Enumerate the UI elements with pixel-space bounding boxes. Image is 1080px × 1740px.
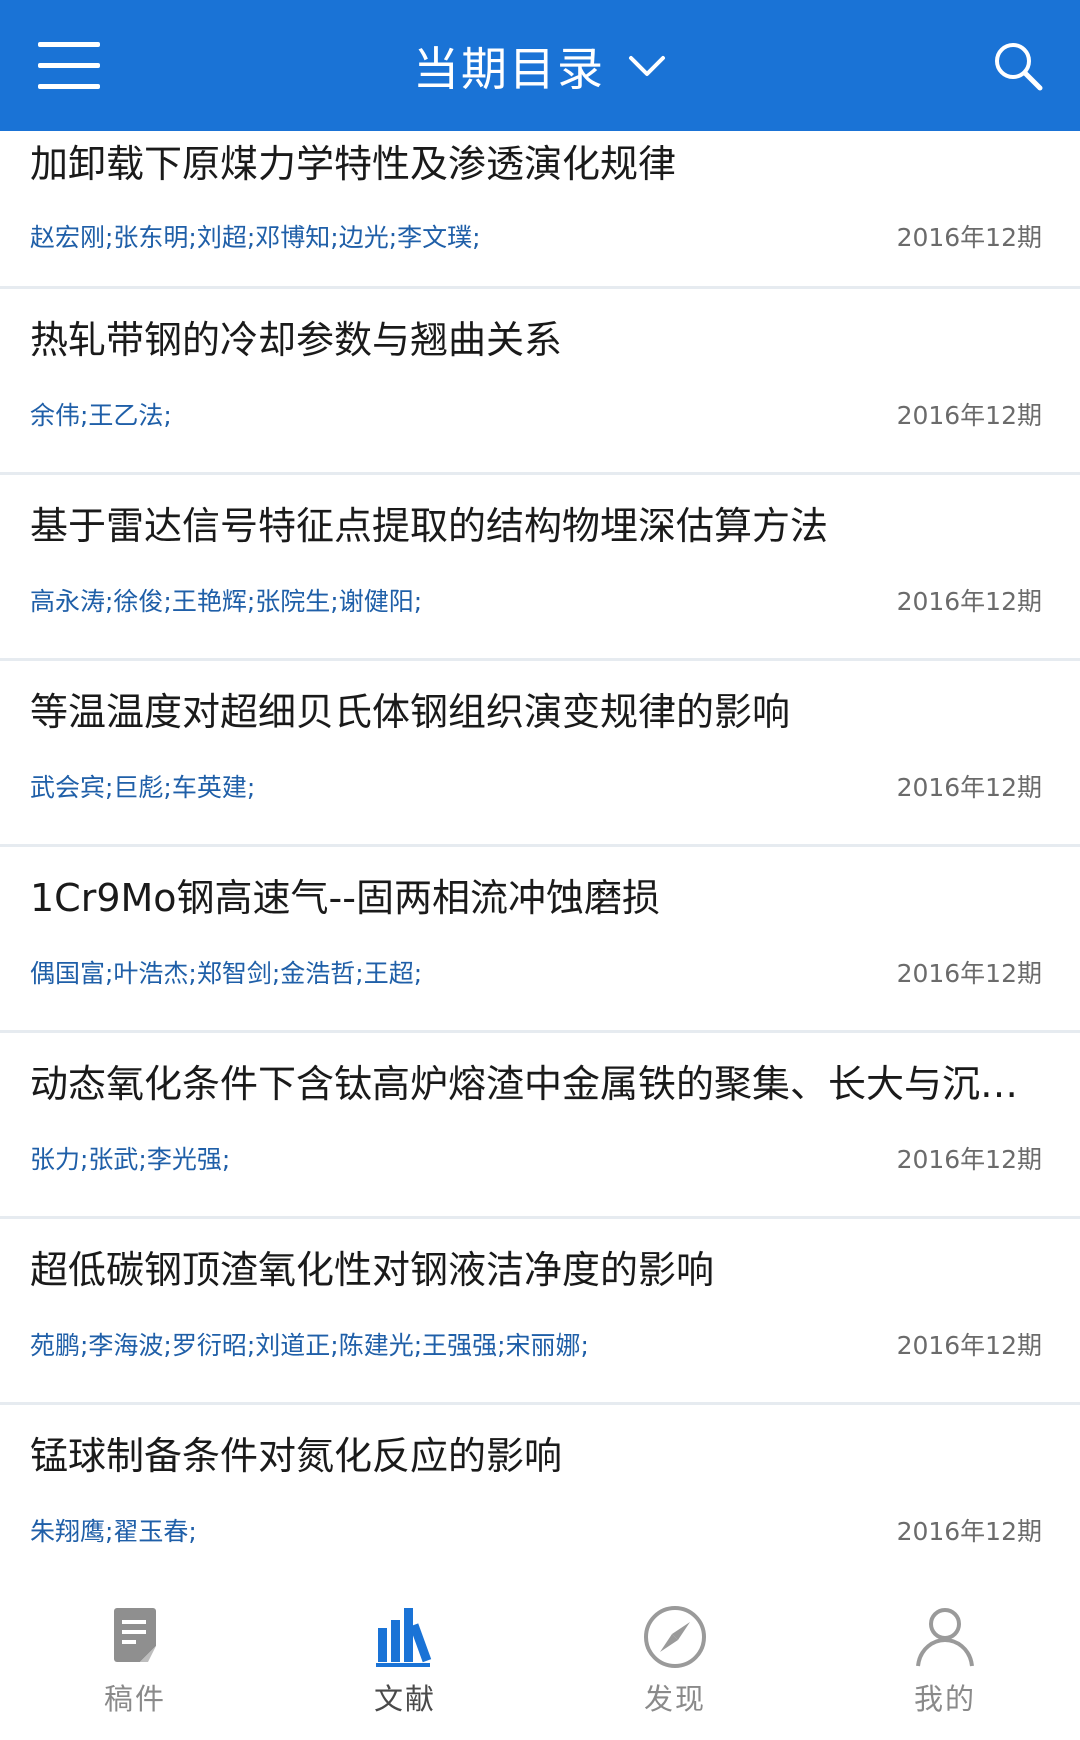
menu-icon-line-bottom — [38, 84, 100, 89]
article-authors[interactable]: 张力;张武;李光强; — [30, 1143, 230, 1177]
article-authors[interactable]: 苑鹏;李海波;罗衍昭;刘道正;陈建光;王强强;宋丽娜; — [30, 1329, 589, 1363]
article-title: 超低碳钢顶渣氧化性对钢液洁净度的影响 — [30, 1248, 715, 1292]
nav-label: 文献 — [373, 1682, 436, 1716]
article-issue: 2016年12期 — [896, 959, 1042, 988]
page-title: 当期目录 — [413, 41, 605, 96]
nav-label: 我的 — [913, 1682, 976, 1716]
article-title: 基于雷达信号特征点提取的结构物埋深估算方法 — [30, 504, 829, 548]
article-item[interactable]: 锰球制备条件对氮化反应的影响 朱翔鹰;翟玉春; 2016年12期 — [0, 1405, 1080, 1588]
article-authors[interactable]: 赵宏刚;张东明;刘超;邓博知;边光;李文璞; — [30, 221, 481, 255]
nav-item-discover[interactable]: 发现 — [540, 1582, 810, 1740]
article-issue: 2016年12期 — [896, 773, 1042, 802]
article-item[interactable]: 动态氧化条件下含钛高炉熔渣中金属铁的聚集、长大与沉… 张力;张武;李光强; 20… — [0, 1033, 1080, 1219]
top-app-bar: 当期目录 — [0, 0, 1080, 131]
article-list: 加卸载下原煤力学特性及渗透演化规律 赵宏刚;张东明;刘超;邓博知;边光;李文璞;… — [0, 131, 1080, 1588]
bottom-navigation: 稿件 文献 发现 我的 — [0, 1582, 1080, 1740]
article-issue: 2016年12期 — [896, 1145, 1042, 1174]
chevron-down-icon — [629, 55, 665, 76]
user-icon — [916, 1608, 974, 1667]
library-icon — [376, 1608, 432, 1667]
article-authors[interactable]: 武会宾;巨彪;车英建; — [30, 771, 255, 805]
article-issue: 2016年12期 — [896, 401, 1042, 430]
article-title: 热轧带钢的冷却参数与翘曲关系 — [30, 318, 563, 362]
menu-icon-line-middle — [38, 63, 100, 68]
article-authors[interactable]: 余伟;王乙法; — [30, 399, 172, 433]
issue-selector[interactable]: 当期目录 — [413, 33, 667, 99]
article-item[interactable]: 基于雷达信号特征点提取的结构物埋深估算方法 高永涛;徐俊;王艳辉;张院生;谢健阳… — [0, 475, 1080, 661]
article-title: 动态氧化条件下含钛高炉熔渣中金属铁的聚集、长大与沉… — [30, 1062, 1019, 1106]
article-item[interactable]: 等温温度对超细贝氏体钢组织演变规律的影响 武会宾;巨彪;车英建; 2016年12… — [0, 661, 1080, 847]
compass-icon — [644, 1606, 706, 1668]
article-authors[interactable]: 高永涛;徐俊;王艳辉;张院生;谢健阳; — [30, 585, 422, 619]
article-item[interactable]: 超低碳钢顶渣氧化性对钢液洁净度的影响 苑鹏;李海波;罗衍昭;刘道正;陈建光;王强… — [0, 1219, 1080, 1405]
nav-item-library[interactable]: 文献 — [270, 1582, 540, 1740]
article-issue: 2016年12期 — [896, 587, 1042, 616]
nav-label: 发现 — [643, 1682, 706, 1716]
article-item[interactable]: 加卸载下原煤力学特性及渗透演化规律 赵宏刚;张东明;刘超;邓博知;边光;李文璞;… — [0, 131, 1080, 289]
article-title: 锰球制备条件对氮化反应的影响 — [30, 1434, 563, 1478]
app-root: 当期目录 加卸载下原煤力学特性及渗透演化规律 赵宏刚;张东明;刘超;邓博知;边光… — [0, 0, 1080, 1740]
menu-icon-line-top — [38, 42, 100, 47]
manuscript-icon — [114, 1608, 156, 1662]
article-authors[interactable]: 朱翔鹰;翟玉春; — [30, 1515, 197, 1549]
article-title: 1Cr9Mo钢高速气--固两相流冲蚀磨损 — [30, 876, 660, 920]
article-title: 等温温度对超细贝氏体钢组织演变规律的影响 — [30, 690, 791, 734]
search-icon[interactable] — [992, 40, 1044, 92]
article-issue: 2016年12期 — [896, 223, 1042, 252]
article-issue: 2016年12期 — [896, 1331, 1042, 1360]
nav-item-manuscripts[interactable]: 稿件 — [0, 1582, 270, 1740]
article-title: 加卸载下原煤力学特性及渗透演化规律 — [30, 142, 677, 186]
nav-item-me[interactable]: 我的 — [810, 1582, 1080, 1740]
article-issue: 2016年12期 — [896, 1517, 1042, 1546]
article-authors[interactable]: 偶国富;叶浩杰;郑智剑;金浩哲;王超; — [30, 957, 422, 991]
article-item[interactable]: 热轧带钢的冷却参数与翘曲关系 余伟;王乙法; 2016年12期 — [0, 289, 1080, 475]
nav-label: 稿件 — [103, 1682, 166, 1716]
menu-button[interactable] — [38, 38, 100, 92]
article-item[interactable]: 1Cr9Mo钢高速气--固两相流冲蚀磨损 偶国富;叶浩杰;郑智剑;金浩哲;王超;… — [0, 847, 1080, 1033]
